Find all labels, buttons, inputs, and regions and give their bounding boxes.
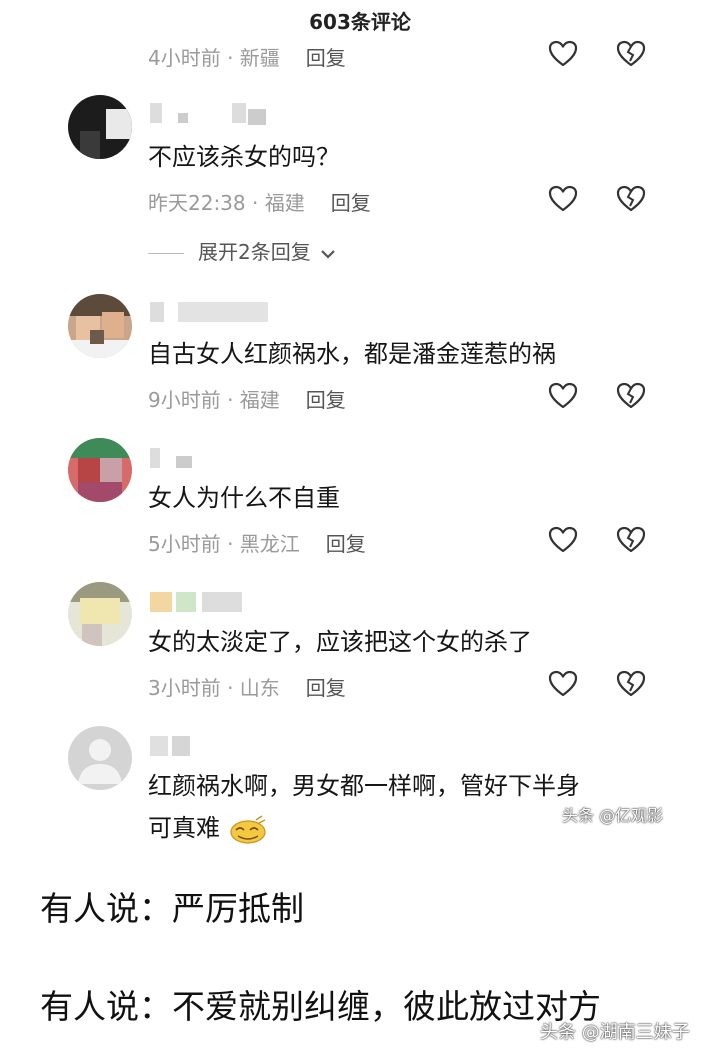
username-blurred <box>148 298 268 324</box>
article-paragraph: 有人说：严厉抵制 <box>40 889 304 928</box>
default-avatar-icon <box>78 739 122 784</box>
chevron-down-icon <box>321 249 335 259</box>
username-blurred <box>148 99 268 125</box>
reply-button[interactable]: 回复 <box>306 676 346 700</box>
comment-text: 不应该杀女的吗？ <box>148 143 340 171</box>
avatar[interactable] <box>68 95 132 159</box>
watermark-outer: 头条 @湖南三妹子 <box>540 1022 690 1043</box>
reply-button[interactable]: 回复 <box>306 388 346 412</box>
comment-text: 女人为什么不自重 <box>148 484 340 512</box>
article-paragraph: 有人说：不爱就别纠缠，彼此放过对方 <box>40 987 601 1026</box>
avatar[interactable] <box>68 438 132 502</box>
avatar[interactable] <box>68 582 132 646</box>
comment-time: 5小时前 · 黑龙江 <box>148 532 300 556</box>
comment-time: 4小时前 · 新疆 <box>148 46 280 70</box>
comment-time: 9小时前 · 福建 <box>148 388 280 412</box>
comment-meta: 5小时前 · 黑龙江 回复 <box>148 528 366 557</box>
username-blurred <box>148 732 268 758</box>
comment-meta: 9小时前 · 福建 回复 <box>148 384 346 413</box>
heart-icon[interactable] <box>547 524 579 556</box>
comment-meta: 昨天22:38 · 福建 回复 <box>148 187 371 216</box>
comment-meta: 3小时前 · 山东 回复 <box>148 672 346 701</box>
page-title: 603条评论 <box>309 10 411 34</box>
comment-meta: 4小时前 · 新疆 回复 <box>148 42 346 71</box>
reply-button[interactable]: 回复 <box>331 191 371 215</box>
username-blurred <box>148 588 268 614</box>
expand-replies-label: 展开2条回复 <box>198 240 311 264</box>
watermark-inner: 头条 @亿观影 <box>562 806 664 825</box>
broken-heart-icon[interactable] <box>615 524 647 556</box>
heart-icon[interactable] <box>547 38 579 70</box>
avatar[interactable] <box>68 294 132 358</box>
comment-text: 自古女人红颜祸水，都是潘金莲惹的祸 <box>148 340 556 368</box>
broken-heart-icon[interactable] <box>615 183 647 215</box>
heart-icon[interactable] <box>547 668 579 700</box>
heart-icon[interactable] <box>547 380 579 412</box>
username-blurred <box>148 444 268 470</box>
reply-button[interactable]: 回复 <box>326 532 366 556</box>
broken-heart-icon[interactable] <box>615 668 647 700</box>
comment-text: 女的太淡定了，应该把这个女的杀了 <box>148 628 532 656</box>
reply-button[interactable]: 回复 <box>306 46 346 70</box>
emoji-icon <box>230 815 266 844</box>
avatar[interactable] <box>68 726 132 790</box>
expand-replies-button[interactable]: 展开2条回复 <box>148 236 337 265</box>
comment-time: 3小时前 · 山东 <box>148 676 280 700</box>
heart-icon[interactable] <box>547 183 579 215</box>
comment-time: 昨天22:38 · 福建 <box>148 191 305 215</box>
comment-text-line2-label: 可真难 <box>148 814 220 842</box>
broken-heart-icon[interactable] <box>615 380 647 412</box>
broken-heart-icon[interactable] <box>615 38 647 70</box>
